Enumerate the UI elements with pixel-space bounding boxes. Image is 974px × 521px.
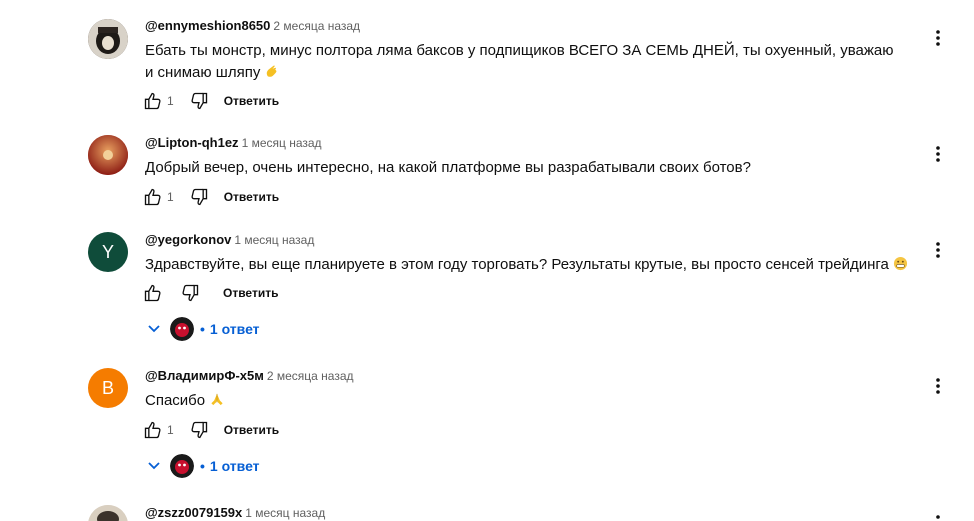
comment-header: @zszz0079159x 1 месяц назад: [145, 505, 325, 520]
comment-header: @yegorkonov 1 месяц назад: [145, 232, 314, 247]
avatar-letter: В: [101, 377, 114, 398]
avatar-letter: Y: [101, 241, 114, 262]
dislike-icon[interactable]: [188, 186, 210, 208]
replies-count: 1 ответ: [209, 458, 260, 474]
author-name[interactable]: @Lipton-qh1ez: [145, 135, 239, 150]
avatar[interactable]: [88, 505, 128, 521]
comment-actions: 1 Ответить: [142, 89, 279, 113]
comment-time[interactable]: 2 месяца назад: [273, 19, 360, 33]
grin-icon: [893, 256, 908, 278]
comment-item: @Lipton-qh1ez 1 месяц назад Добрый вечер,…: [0, 135, 974, 215]
reply-button[interactable]: Ответить: [224, 94, 279, 108]
comment-item: @zszz0079159x 1 месяц назад: [0, 505, 974, 521]
dislike-icon[interactable]: [188, 90, 210, 112]
reply-button[interactable]: Ответить: [223, 286, 278, 300]
like-icon[interactable]: [142, 186, 164, 208]
comment-time[interactable]: 1 месяц назад: [245, 506, 325, 520]
more-options-icon[interactable]: [930, 26, 946, 50]
pray-icon: [209, 392, 225, 414]
more-options-icon[interactable]: [930, 374, 946, 398]
like-count: 1: [167, 423, 174, 437]
comment-item: Y @yegorkonov 1 месяц назад Здравствуйте,…: [0, 232, 974, 342]
like-icon[interactable]: [142, 90, 164, 112]
comment-item: В @ВладимирФ-х5м 2 месяца назад Спасибо 1…: [0, 368, 974, 478]
replies-count: 1 ответ: [209, 321, 260, 337]
avatar[interactable]: [88, 135, 128, 175]
comment-actions: Ответить: [142, 281, 278, 305]
like-icon[interactable]: [142, 282, 164, 304]
like-icon[interactable]: [142, 419, 164, 441]
replies-toggle[interactable]: • 1 ответ: [146, 317, 260, 341]
author-name[interactable]: @ВладимирФ-х5м: [145, 368, 264, 383]
separator-dot: •: [200, 458, 205, 474]
comment-text-content: Здравствуйте, вы еще планируете в этом г…: [145, 256, 889, 273]
comment-time[interactable]: 1 месяц назад: [234, 233, 314, 247]
dislike-icon[interactable]: [179, 282, 201, 304]
comment-text-content: Ебать ты монстр, минус полтора ляма бакс…: [145, 42, 894, 81]
comment-text-content: Добрый вечер, очень интересно, на какой …: [145, 159, 751, 176]
avatar[interactable]: Y: [88, 232, 128, 272]
hand-icon: [264, 64, 279, 86]
author-name[interactable]: @yegorkonov: [145, 232, 231, 247]
comment-time[interactable]: 1 месяц назад: [242, 136, 322, 150]
comment-header: @ennymeshion8650 2 месяца назад: [145, 18, 360, 33]
comment-text: Здравствуйте, вы еще планируете в этом г…: [145, 254, 915, 278]
more-options-icon[interactable]: [930, 511, 946, 521]
replies-toggle[interactable]: • 1 ответ: [146, 454, 260, 478]
avatar[interactable]: [88, 19, 128, 59]
comment-text: Спасибо: [145, 390, 895, 414]
comment-item: @ennymeshion8650 2 месяца назад Ебать ты …: [0, 18, 974, 118]
avatar[interactable]: В: [88, 368, 128, 408]
comment-header: @Lipton-qh1ez 1 месяц назад: [145, 135, 322, 150]
author-name[interactable]: @ennymeshion8650: [145, 18, 270, 33]
chevron-down-icon: [146, 457, 162, 476]
comment-actions: 1 Ответить: [142, 418, 279, 442]
comment-actions: 1 Ответить: [142, 185, 279, 209]
reply-button[interactable]: Ответить: [224, 423, 279, 437]
more-options-icon[interactable]: [930, 238, 946, 262]
dislike-icon[interactable]: [188, 419, 210, 441]
comment-header: @ВладимирФ-х5м 2 месяца назад: [145, 368, 354, 383]
comment-time[interactable]: 2 месяца назад: [267, 369, 354, 383]
comment-text-content: Спасибо: [145, 392, 206, 409]
reply-button[interactable]: Ответить: [224, 190, 279, 204]
like-count: 1: [167, 190, 174, 204]
reply-avatar: [170, 317, 194, 341]
separator-dot: •: [200, 321, 205, 337]
reply-avatar: [170, 454, 194, 478]
comment-text: Ебать ты монстр, минус полтора ляма бакс…: [145, 40, 895, 86]
more-options-icon[interactable]: [930, 142, 946, 166]
comment-text: Добрый вечер, очень интересно, на какой …: [145, 157, 895, 179]
chevron-down-icon: [146, 320, 162, 339]
like-count: 1: [167, 94, 174, 108]
author-name[interactable]: @zszz0079159x: [145, 505, 242, 520]
